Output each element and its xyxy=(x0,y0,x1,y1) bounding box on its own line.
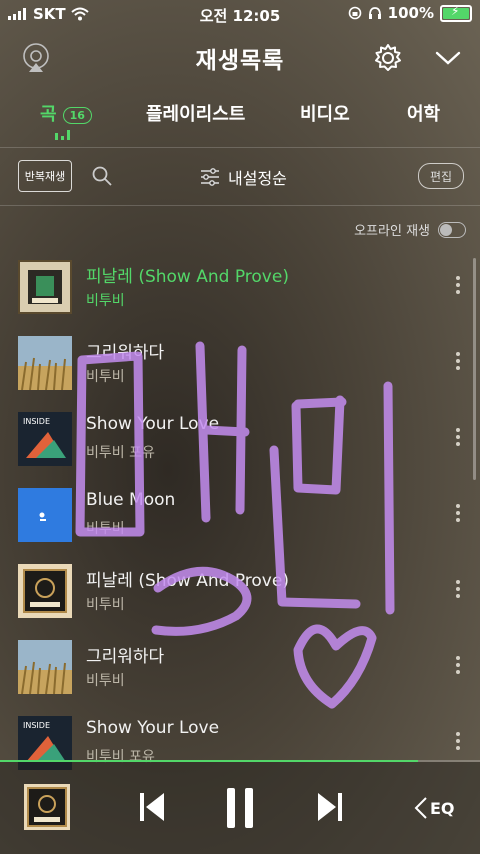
sort-label: 내설정순 xyxy=(228,169,287,188)
equalizer-playing-icon xyxy=(55,130,70,140)
sliders-icon xyxy=(201,168,219,186)
status-right: 100% ⚡ xyxy=(348,4,472,22)
headphones-icon xyxy=(368,7,381,19)
gear-icon xyxy=(375,44,401,71)
battery-icon: ⚡ xyxy=(440,4,472,22)
song-count-badge: 16 xyxy=(62,106,92,124)
divider xyxy=(0,147,480,148)
offline-play-toggle-row: 오프라인 재생 xyxy=(354,220,466,239)
eq-icon xyxy=(414,797,427,819)
tab-songs[interactable]: 곡 16 xyxy=(40,100,92,126)
tab-songs-label: 곡 xyxy=(40,104,57,125)
more-options-icon[interactable] xyxy=(456,504,460,525)
eq-label: EQ xyxy=(430,798,455,818)
tab-language[interactable]: 어학 xyxy=(407,100,440,126)
settings-button[interactable] xyxy=(370,40,406,76)
now-playing-album-art[interactable] xyxy=(24,784,70,830)
tab-playlists[interactable]: 플레이리스트 xyxy=(146,100,245,126)
eq-button[interactable]: EQ xyxy=(414,796,455,820)
rotation-lock-icon xyxy=(348,6,361,20)
edit-button[interactable]: 편집 xyxy=(418,163,464,189)
sort-button[interactable]: 내설정순 xyxy=(200,165,287,189)
progress-fill xyxy=(0,760,418,762)
next-icon xyxy=(318,793,342,821)
divider xyxy=(0,205,480,206)
album-art xyxy=(18,260,72,314)
song-title: Show Your Love xyxy=(86,718,220,738)
tab-videos[interactable]: 비디오 xyxy=(300,100,350,126)
song-row[interactable]: 피날레 (Show And Prove) 비투비 xyxy=(0,250,480,326)
status-bar: SKT 오전 12:05 100% ⚡ xyxy=(0,0,480,28)
svg-text:INSIDE: INSIDE xyxy=(23,417,50,426)
chevron-down-icon xyxy=(435,51,461,65)
song-artist: 비투비 xyxy=(86,293,125,309)
repeat-button[interactable]: 반복재생 xyxy=(18,160,72,192)
page-title: 재생목록 xyxy=(195,48,285,74)
next-button[interactable] xyxy=(310,786,350,828)
search-button[interactable] xyxy=(90,164,114,188)
more-options-icon[interactable] xyxy=(456,352,460,373)
pause-icon xyxy=(227,788,253,828)
offline-play-label: 오프라인 재생 xyxy=(354,224,430,239)
scroll-indicator[interactable] xyxy=(473,258,476,480)
more-options-icon[interactable] xyxy=(456,428,460,449)
svg-text:INSIDE: INSIDE xyxy=(23,721,50,730)
song-title: 피날레 (Show And Prove) xyxy=(86,267,289,287)
previous-button[interactable] xyxy=(132,786,172,828)
previous-icon xyxy=(140,793,164,821)
search-icon xyxy=(92,166,112,186)
more-options-icon[interactable] xyxy=(456,276,460,297)
pause-button[interactable] xyxy=(218,784,262,832)
battery-percent: 100% xyxy=(387,4,434,22)
offline-play-toggle[interactable] xyxy=(438,221,466,238)
close-playlist-button[interactable] xyxy=(430,40,466,76)
more-options-icon[interactable] xyxy=(456,656,460,677)
more-options-icon[interactable] xyxy=(456,732,460,753)
handwritten-doodle xyxy=(75,341,395,709)
more-options-icon[interactable] xyxy=(456,580,460,601)
